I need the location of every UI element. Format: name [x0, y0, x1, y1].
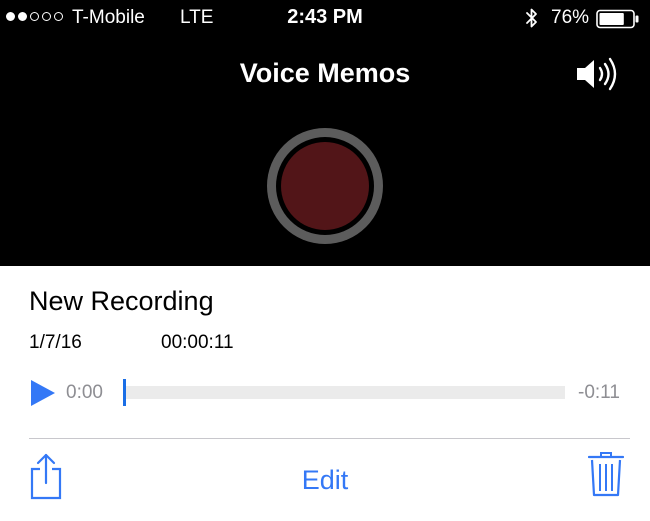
remaining-time: -0:11 [578, 382, 620, 403]
record-button[interactable] [267, 128, 383, 244]
recording-item[interactable]: New Recording 1/7/16 00:00:11 0:00 -0:11… [0, 266, 650, 521]
record-icon [281, 142, 369, 230]
edit-button[interactable]: Edit [275, 465, 375, 496]
share-icon[interactable] [27, 452, 65, 500]
playback-scrubber[interactable] [123, 379, 565, 406]
recording-duration: 00:00:11 [161, 332, 234, 353]
recording-title: New Recording [29, 286, 214, 316]
speaker-icon[interactable] [574, 56, 622, 92]
recorder-panel: T-Mobile LTE 2:43 PM 76% Voice Memos [0, 0, 650, 266]
battery-percent: 76% [551, 7, 590, 28]
playhead-handle[interactable] [123, 379, 126, 406]
trash-icon[interactable] [588, 451, 624, 497]
status-bar: T-Mobile LTE 2:43 PM 76% [0, 0, 650, 38]
battery-icon [596, 9, 639, 29]
recording-date: 1/7/16 [29, 332, 82, 353]
page-title: Voice Memos [239, 58, 411, 88]
bluetooth-icon [526, 8, 537, 28]
voice-memos-screen: T-Mobile LTE 2:43 PM 76% Voice Memos New… [0, 0, 650, 521]
divider [29, 438, 630, 439]
play-icon[interactable] [29, 379, 57, 407]
elapsed-time: 0:00 [66, 382, 103, 403]
